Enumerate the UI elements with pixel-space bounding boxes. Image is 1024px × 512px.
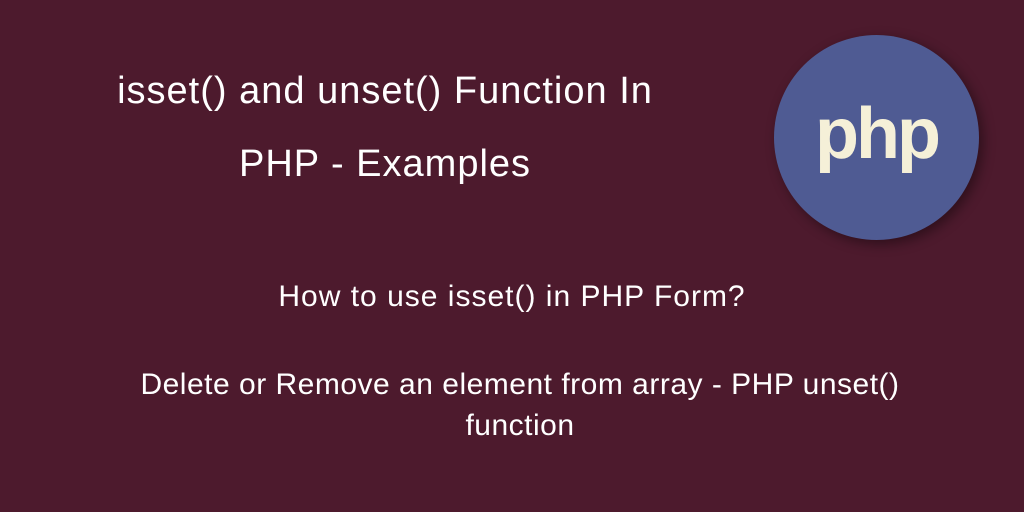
title-line-2: PHP - Examples [25, 143, 745, 186]
main-title: isset() and unset() Function In PHP - Ex… [25, 70, 745, 186]
php-logo: php [774, 35, 979, 240]
php-logo-text: php [815, 93, 938, 175]
subtitle-question: How to use isset() in PHP Form? [0, 280, 1024, 314]
subtitle-description: Delete or Remove an element from array -… [140, 365, 900, 446]
title-line-1: isset() and unset() Function In [25, 70, 745, 113]
